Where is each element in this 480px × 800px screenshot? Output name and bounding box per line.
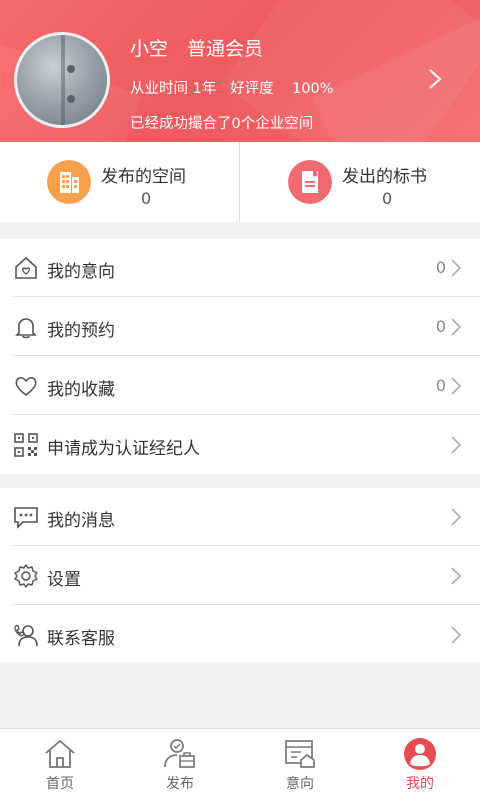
menu-group-secondary: 我的消息 设置 联系客服: [0, 488, 480, 663]
matched-note: 已经成功撮合了0个企业空间: [130, 116, 314, 132]
summary-title: 发出的标书: [342, 167, 427, 187]
chevron-right-icon[interactable]: [428, 68, 442, 90]
bell-icon: [15, 318, 37, 339]
customer-service-icon: [14, 624, 38, 647]
menu-item-appointments[interactable]: 我的预约 0: [0, 298, 480, 356]
tab-publish[interactable]: 发布: [120, 729, 240, 800]
document-icon: [288, 160, 332, 204]
building-icon: [47, 160, 91, 204]
menu-item-customer-service[interactable]: 联系客服: [0, 606, 480, 664]
tab-label: 我的: [406, 776, 434, 792]
tab-label: 意向: [286, 776, 314, 792]
chevron-right-icon: [451, 436, 461, 454]
heart-icon: [15, 377, 37, 397]
qr-code-icon: [14, 433, 38, 457]
summary-title: 发布的空间: [101, 167, 186, 187]
tab-intention[interactable]: 意向: [240, 729, 360, 800]
bottom-tab-bar: 首页 发布 意向 我的: [0, 728, 480, 800]
member-level: 普通会员: [187, 38, 264, 60]
menu-label: 申请成为认证经纪人: [47, 439, 200, 459]
menu-item-intentions[interactable]: 我的意向 0: [0, 239, 480, 297]
chevron-right-icon: [451, 626, 461, 644]
menu-count: 0: [435, 376, 446, 395]
menu-label: 联系客服: [47, 629, 115, 649]
menu-label: 我的意向: [47, 262, 115, 282]
menu-label: 我的预约: [47, 321, 115, 341]
menu-item-apply-agent[interactable]: 申请成为认证经纪人: [0, 416, 480, 474]
menu-count: 0: [435, 258, 446, 277]
publish-icon: [164, 739, 195, 768]
divider: [239, 142, 240, 222]
tab-label: 发布: [166, 776, 194, 792]
home-icon: [45, 739, 75, 768]
menu-item-messages[interactable]: 我的消息: [0, 488, 480, 546]
message-icon: [14, 507, 38, 529]
summary-panel: 发布的空间 0 发出的标书 0: [0, 142, 480, 222]
menu-label: 我的收藏: [47, 380, 115, 400]
user-stats: 从业时间 1年 好评度 100%: [130, 81, 334, 97]
intention-icon: [285, 740, 315, 768]
menu-item-settings[interactable]: 设置: [0, 547, 480, 605]
profile-header[interactable]: 小空 普通会员 从业时间 1年 好评度 100% 已经成功撮合了0个企业空间: [0, 0, 480, 142]
menu-group-primary: 我的意向 0 我的预约 0 我的收藏 0 申请成为认证经纪人: [0, 239, 480, 474]
chevron-right-icon: [451, 259, 461, 277]
summary-count: 0: [382, 189, 393, 208]
chevron-right-icon: [451, 567, 461, 585]
chevron-right-icon: [451, 318, 461, 336]
user-name: 小空: [130, 38, 169, 60]
menu-item-favorites[interactable]: 我的收藏 0: [0, 357, 480, 415]
menu-label: 设置: [47, 570, 81, 590]
tab-label: 首页: [46, 776, 74, 792]
tab-home[interactable]: 首页: [0, 729, 120, 800]
profile-icon: [404, 738, 436, 770]
avatar[interactable]: [14, 32, 110, 128]
gear-icon: [14, 564, 38, 588]
menu-count: 0: [435, 317, 446, 336]
home-heart-icon: [15, 256, 37, 279]
chevron-right-icon: [451, 377, 461, 395]
chevron-right-icon: [451, 508, 461, 526]
tab-mine[interactable]: 我的: [360, 729, 480, 800]
menu-label: 我的消息: [47, 511, 115, 531]
summary-count: 0: [141, 189, 152, 208]
